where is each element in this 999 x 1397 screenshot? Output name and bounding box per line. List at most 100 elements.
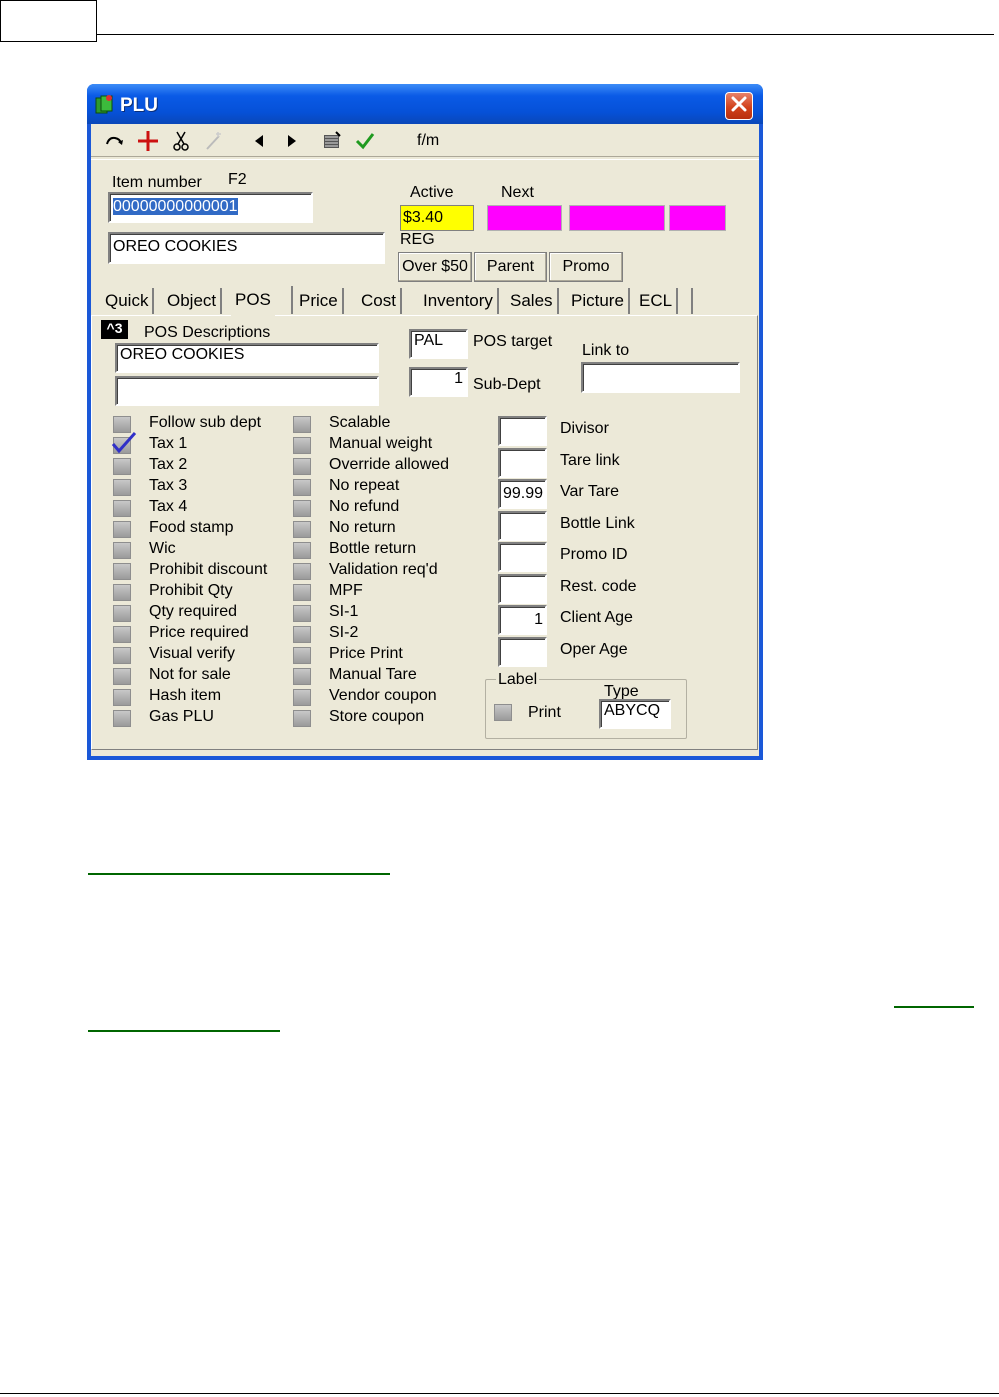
no-refund-checkbox[interactable] [293,500,311,517]
checkbox-row-validation-req-d: Validation req'd [293,561,463,582]
checkbox-row-manual-tare: Manual Tare [293,666,463,687]
store-coupon-checkbox[interactable] [293,710,311,727]
manual-weight-checkbox[interactable] [293,437,311,454]
tab-inventory[interactable]: Inventory [419,288,499,314]
scalable-checkbox[interactable] [293,416,311,433]
wic-checkbox[interactable] [113,542,131,559]
food-stamp-checkbox[interactable] [113,521,131,538]
pos-target-field[interactable]: PAL [409,329,468,359]
pos-description-2[interactable] [115,376,379,406]
gas-plu-checkbox[interactable] [113,710,131,727]
tab-pos[interactable]: POS [231,284,275,316]
mpf-checkbox[interactable] [293,584,311,601]
wand-button[interactable] [203,131,225,154]
no-repeat-label: No repeat [329,477,400,494]
promo-button[interactable]: Promo [549,252,623,282]
rest-code-field[interactable] [498,573,547,604]
refresh-button[interactable] [104,132,126,154]
save-button[interactable] [354,132,376,154]
tare-link-field[interactable] [498,447,547,478]
item-number-label: Item number [112,174,202,191]
not-for-sale-checkbox[interactable] [113,668,131,685]
tax-2-label: Tax 2 [149,456,188,473]
next-button[interactable] [281,132,303,154]
override-allowed-checkbox[interactable] [293,458,311,475]
manual-tare-label: Manual Tare [329,666,417,683]
scan-button[interactable] [321,130,343,156]
price-print-label: Price Print [329,645,403,662]
tab-cost[interactable]: Cost [357,288,402,314]
link-to-field[interactable] [581,362,740,393]
price-print-checkbox[interactable] [293,647,311,664]
window-title: PLU [120,95,158,116]
checkbox-row-override-allowed: Override allowed [293,456,463,477]
no-return-checkbox[interactable] [293,521,311,538]
validation-req-d-checkbox[interactable] [293,563,311,580]
no-refund-label: No refund [329,498,400,515]
client-age-field[interactable]: 1 [498,605,547,635]
tab-object[interactable]: Object [163,288,223,314]
sub-dept-field[interactable]: 1 [409,367,468,397]
prohibit-qty-label: Prohibit Qty [149,582,233,599]
tax-3-checkbox[interactable] [113,479,131,496]
tax-1-checkbox[interactable] [111,432,137,454]
prev-icon [254,134,264,153]
active-price[interactable]: $3.40 [400,205,474,231]
title-bar[interactable]: PLU [87,84,763,124]
link-underline[interactable] [88,1030,280,1032]
tab-price[interactable]: Price [295,288,344,314]
si-1-checkbox[interactable] [293,605,311,622]
oper-age-field[interactable] [498,636,547,667]
add-button[interactable] [137,130,159,154]
toolbar-separator [91,156,759,160]
tab-sales[interactable]: Sales [506,288,559,314]
checkbox-row-qty-required: Qty required [113,603,283,624]
print-label: Print [528,704,561,721]
scan-icon [322,130,342,156]
si-2-checkbox[interactable] [293,626,311,643]
prohibit-qty-checkbox[interactable] [113,584,131,601]
next-price-3[interactable] [669,205,726,231]
food-stamp-label: Food stamp [149,519,234,536]
close-button[interactable] [725,92,753,120]
tab-quick[interactable]: Quick [101,288,155,314]
parent-button[interactable]: Parent [474,252,547,282]
tab-picture[interactable]: Picture [567,288,630,314]
cut-button[interactable] [170,131,192,154]
override-allowed-label: Override allowed [329,456,450,473]
tax-2-checkbox[interactable] [113,458,131,475]
next-price-1[interactable] [487,205,562,231]
si-2-label: SI-2 [329,624,359,641]
hash-item-checkbox[interactable] [113,689,131,706]
checkbox-row-gas-plu: Gas PLU [113,708,283,729]
qty-required-checkbox[interactable] [113,605,131,622]
checkbox-row-tax-4: Tax 4 [113,498,283,519]
link-underline[interactable] [894,1006,974,1008]
item-number-field[interactable]: 00000000000001 [108,192,313,223]
tab-ecl[interactable]: ECL [635,288,679,314]
vendor-coupon-checkbox[interactable] [293,689,311,706]
checkbox-row-price-print: Price Print [293,645,463,666]
price-required-checkbox[interactable] [113,626,131,643]
type-field[interactable]: ABYCQ [599,699,671,729]
tax-4-checkbox[interactable] [113,500,131,517]
previous-button[interactable] [248,132,270,154]
var-tare-field[interactable]: 99.99 [498,479,547,509]
manual-tare-checkbox[interactable] [293,668,311,685]
bottle-link-field[interactable] [498,510,547,541]
promo-id-field[interactable] [498,542,547,572]
over-50-button[interactable]: Over $50 [398,252,472,282]
next-price-2[interactable] [569,205,665,231]
no-repeat-checkbox[interactable] [293,479,311,496]
divisor-field[interactable] [498,416,547,446]
visual-verify-checkbox[interactable] [113,647,131,664]
pos-description-1[interactable]: OREO COOKIES [115,343,379,373]
bottle-return-checkbox[interactable] [293,542,311,559]
tab-strip: Quick Object POS Price Cost Inventory Sa… [97,284,757,316]
link-underline[interactable] [88,873,390,875]
validation-req-d-label: Validation req'd [329,561,438,578]
prohibit-discount-checkbox[interactable] [113,563,131,580]
si-1-label: SI-1 [329,603,359,620]
item-description-field[interactable]: OREO COOKIES [108,232,385,264]
print-checkbox[interactable] [494,704,512,721]
